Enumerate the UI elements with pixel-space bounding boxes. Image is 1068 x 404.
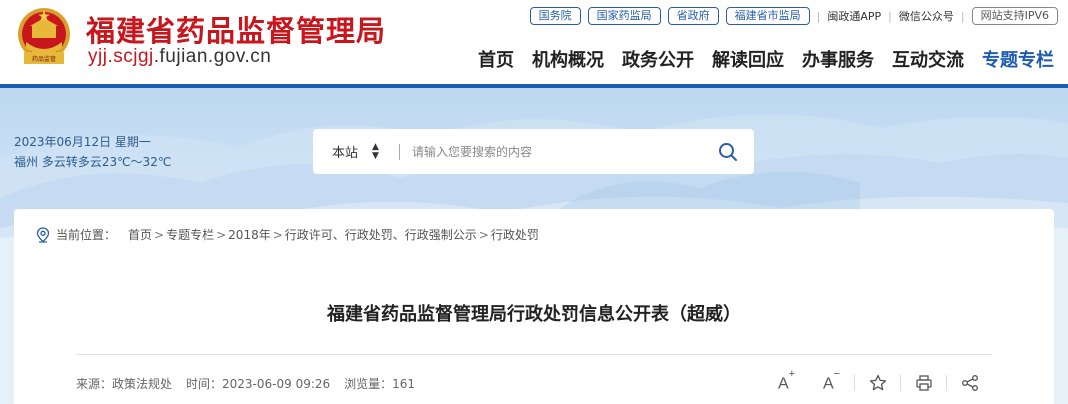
search-scope-label: 本站 <box>332 146 359 161</box>
search-scope-select[interactable]: 本站 ▲ ▼ <box>313 142 399 161</box>
printer-icon <box>915 375 932 391</box>
article-time: 时间：2023-06-09 09:26 <box>186 377 331 391</box>
link-nmpa[interactable]: 国家药监局 <box>587 7 661 25</box>
link-fujian-samr[interactable]: 福建省市监局 <box>725 7 810 25</box>
nav-government-affairs[interactable]: 政务公开 <box>622 46 694 72</box>
breadcrumb-label: 当前位置： <box>56 228 117 242</box>
ipv6-badge: 网站支持IPV6 <box>971 7 1058 25</box>
font-increase-button[interactable]: A+ <box>764 367 809 394</box>
location-pin-icon <box>36 226 50 243</box>
breadcrumb-special-topics[interactable]: 专题专栏 <box>166 226 214 243</box>
font-decrease-icon: A− <box>822 367 841 393</box>
breadcrumb-separator: > <box>216 227 227 242</box>
site-domain: yjj.scjgj.fujian.gov.cn <box>88 46 271 68</box>
search-icon <box>719 142 737 161</box>
article-card: 当前位置： 首页 > 专题专栏 > 2018年 > 行政许可、行政处罚、行政强制公示 >… <box>14 209 1054 404</box>
article-meta: 来源：政策法规处 时间：2023-06-09 09:26 浏览量：161 <box>76 375 415 392</box>
nav-home[interactable]: 首页 <box>478 46 514 72</box>
domain-prefix: yjj.scjgj <box>88 46 154 67</box>
breadcrumb-publicity[interactable]: 行政许可、行政处罚、行政强制公示 <box>285 226 477 243</box>
font-decrease-button[interactable]: A− <box>809 367 854 394</box>
breadcrumb-2018[interactable]: 2018年 <box>228 226 271 243</box>
main-nav: 首页 机构概况 政务公开 解读回应 办事服务 互动交流 专题专栏 <box>478 46 1054 72</box>
breadcrumb-separator: > <box>154 227 165 242</box>
article-views: 浏览量：161 <box>344 377 416 391</box>
article-source: 来源：政策法规处 <box>76 377 173 391</box>
weather-info: 福州 多云转多云23℃～32℃ <box>14 155 172 169</box>
link-app[interactable]: 闽政通APP <box>827 8 881 24</box>
nav-interpretation[interactable]: 解读回应 <box>712 46 784 72</box>
top-links: 国务院 国家药监局 省政府 福建省市监局 | 闽政通APP | 微信公众号 | … <box>529 7 1058 25</box>
site-title[interactable]: 福建省药品监督管理局 <box>86 8 386 50</box>
breadcrumb-separator: > <box>478 227 489 242</box>
national-emblem-icon[interactable]: 药品监管 <box>14 6 74 68</box>
svg-text:药品监管: 药品监管 <box>32 55 56 63</box>
article-title: 福建省药品监督管理局行政处罚信息公开表（超威） <box>327 304 741 325</box>
domain-suffix: .fujian.gov.cn <box>153 46 272 67</box>
breadcrumb-penalty[interactable]: 行政处罚 <box>491 226 539 243</box>
link-provincial-government[interactable]: 省政府 <box>667 7 719 25</box>
search-bar: 本站 ▲ ▼ <box>313 129 754 174</box>
search-input[interactable] <box>400 131 702 172</box>
share-icon <box>961 375 978 391</box>
nav-organization[interactable]: 机构概况 <box>532 46 604 72</box>
sort-arrows-icon: ▲ ▼ <box>372 141 379 161</box>
font-increase-icon: A+ <box>777 367 796 393</box>
article-tools: A+ A− <box>764 367 992 394</box>
date-weather: 2023年06月12日 星期一 福州 多云转多云23℃～32℃ <box>14 132 171 172</box>
link-wechat[interactable]: 微信公众号 <box>899 8 954 24</box>
print-button[interactable] <box>901 372 946 394</box>
share-button[interactable] <box>947 372 992 394</box>
title-divider <box>76 354 992 355</box>
nav-special-topics[interactable]: 专题专栏 <box>982 46 1054 72</box>
breadcrumb-separator: > <box>272 227 283 242</box>
breadcrumb-home[interactable]: 首页 <box>128 226 152 243</box>
nav-interaction[interactable]: 互动交流 <box>892 46 964 72</box>
link-state-council[interactable]: 国务院 <box>529 7 581 25</box>
divider: | <box>960 9 965 23</box>
nav-services[interactable]: 办事服务 <box>802 46 874 72</box>
favorite-button[interactable] <box>855 372 900 394</box>
divider: | <box>888 9 892 23</box>
current-date: 2023年06月12日 星期一 <box>14 135 151 149</box>
site-header: 药品监管 福建省药品监督管理局 yjj.scjgj.fujian.gov.cn … <box>0 0 1068 84</box>
divider: | <box>816 9 821 23</box>
search-button[interactable] <box>702 129 754 174</box>
star-icon <box>869 374 886 391</box>
breadcrumb: 当前位置： 首页 > 专题专栏 > 2018年 > 行政许可、行政处罚、行政强制公示 >… <box>36 226 539 243</box>
